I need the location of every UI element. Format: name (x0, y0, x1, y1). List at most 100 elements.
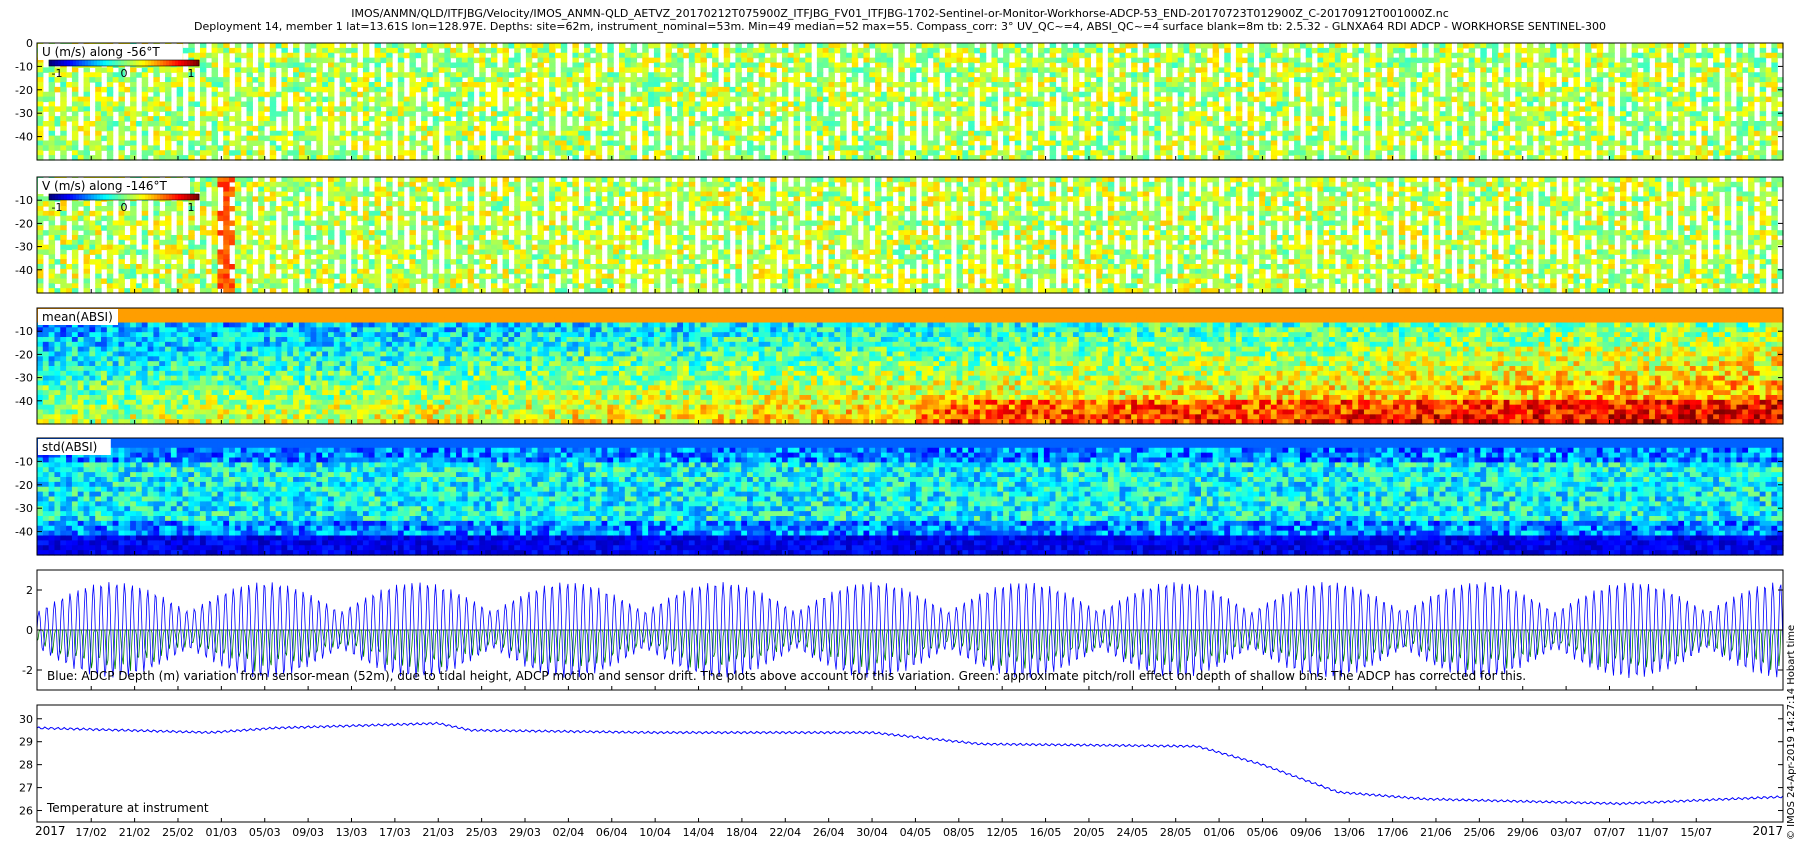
heat-cell (170, 82, 178, 88)
heat-cell (1329, 96, 1336, 103)
heat-cell (1462, 43, 1470, 49)
heat-cell (968, 111, 975, 117)
heat-cell (397, 116, 405, 122)
heat-cell (630, 67, 638, 73)
heat-cell (834, 43, 841, 49)
heat-cell (677, 130, 684, 137)
heat-cell (1596, 67, 1604, 73)
heat-cell (1131, 72, 1138, 78)
heat-cell (525, 150, 533, 156)
heat-cell (595, 111, 603, 117)
heat-cell (130, 101, 137, 107)
heat-cell (351, 72, 358, 78)
heat-cell (1259, 67, 1266, 73)
heat-cell (1724, 77, 1732, 83)
heat-cell (1259, 86, 1266, 93)
heat-cell (991, 150, 998, 156)
heat-cell (723, 91, 731, 98)
heat-cell (828, 111, 835, 117)
heat-cell (1678, 106, 1685, 112)
heat-cell (1730, 72, 1738, 78)
heat-cell (741, 86, 748, 93)
heat-cell (496, 72, 504, 78)
heat-cell (956, 111, 963, 117)
heat-cell (1387, 101, 1394, 107)
heat-cell (991, 121, 998, 127)
heat-cell (1218, 150, 1225, 156)
heat-cell (1329, 77, 1336, 83)
heat-cell (490, 135, 498, 142)
heat-cell (1049, 135, 1057, 142)
heat-cell (642, 150, 649, 156)
heat-cell (176, 67, 184, 73)
heat-cell (1643, 140, 1650, 146)
heat-cell (1492, 125, 1499, 132)
heat-cell (653, 72, 661, 78)
heat-cell (537, 91, 544, 98)
heat-cell (1131, 140, 1138, 146)
heat-cell (1387, 106, 1394, 112)
heat-cell (95, 130, 102, 137)
heat-cell (1299, 62, 1307, 68)
heat-cell (816, 43, 824, 49)
heat-cell (706, 116, 713, 122)
heat-cell (71, 125, 79, 132)
heat-cell (624, 145, 632, 151)
heat-cell (665, 111, 672, 117)
heat-cell (1701, 72, 1708, 78)
heat-cell (1282, 150, 1289, 156)
heat-cell (124, 111, 131, 117)
heat-cell (1270, 52, 1278, 59)
heat-cell (828, 62, 835, 68)
heat-cell (630, 125, 638, 132)
heat-cell (1136, 57, 1144, 64)
heat-cell (735, 52, 742, 59)
heat-cell (1509, 116, 1516, 122)
heat-cell (758, 111, 766, 117)
heat-cell (1317, 140, 1324, 146)
heat-cell (1363, 140, 1371, 146)
heat-cell (1631, 116, 1639, 122)
heat-cell (1579, 96, 1586, 103)
heat-cell (944, 72, 952, 78)
heat-cell (915, 82, 923, 88)
heat-cell (554, 96, 562, 103)
heat-cell (822, 62, 830, 68)
heat-cell (997, 125, 1004, 132)
heat-cell (211, 47, 219, 54)
heat-cell (1654, 140, 1662, 146)
heat-cell (380, 101, 387, 107)
heat-cell (1561, 101, 1569, 107)
heat-cell (1131, 101, 1138, 107)
heat-cell (974, 135, 981, 142)
heat-cell (1393, 145, 1400, 151)
heat-cell (1008, 43, 1016, 49)
heat-cell (921, 111, 929, 117)
heat-cell (1515, 116, 1522, 122)
heat-cell (1363, 52, 1371, 59)
heat-cell (1340, 67, 1348, 73)
heat-cell (1631, 77, 1639, 83)
heat-cell (642, 57, 649, 64)
heat-cell (747, 91, 754, 98)
heat-cell (659, 96, 667, 103)
heat-cell (456, 52, 463, 59)
heat-cell (851, 145, 859, 151)
heat-cell (1189, 150, 1196, 156)
heat-cell (968, 77, 975, 83)
heat-cell (1445, 130, 1452, 137)
heat-cell (71, 106, 79, 112)
heat-cell (700, 130, 707, 137)
heat-cell (834, 47, 841, 54)
heat-cell (1579, 150, 1586, 156)
heat-cell (351, 130, 358, 137)
heat-cell (1398, 86, 1406, 93)
heat-cell (333, 150, 341, 156)
heat-cell (1497, 57, 1505, 64)
heat-cell (456, 72, 463, 78)
heat-cell (1142, 72, 1150, 78)
heat-cell (1701, 121, 1708, 127)
heat-cell (1119, 125, 1126, 132)
heat-cell (956, 47, 963, 54)
heat-cell (1329, 140, 1336, 146)
